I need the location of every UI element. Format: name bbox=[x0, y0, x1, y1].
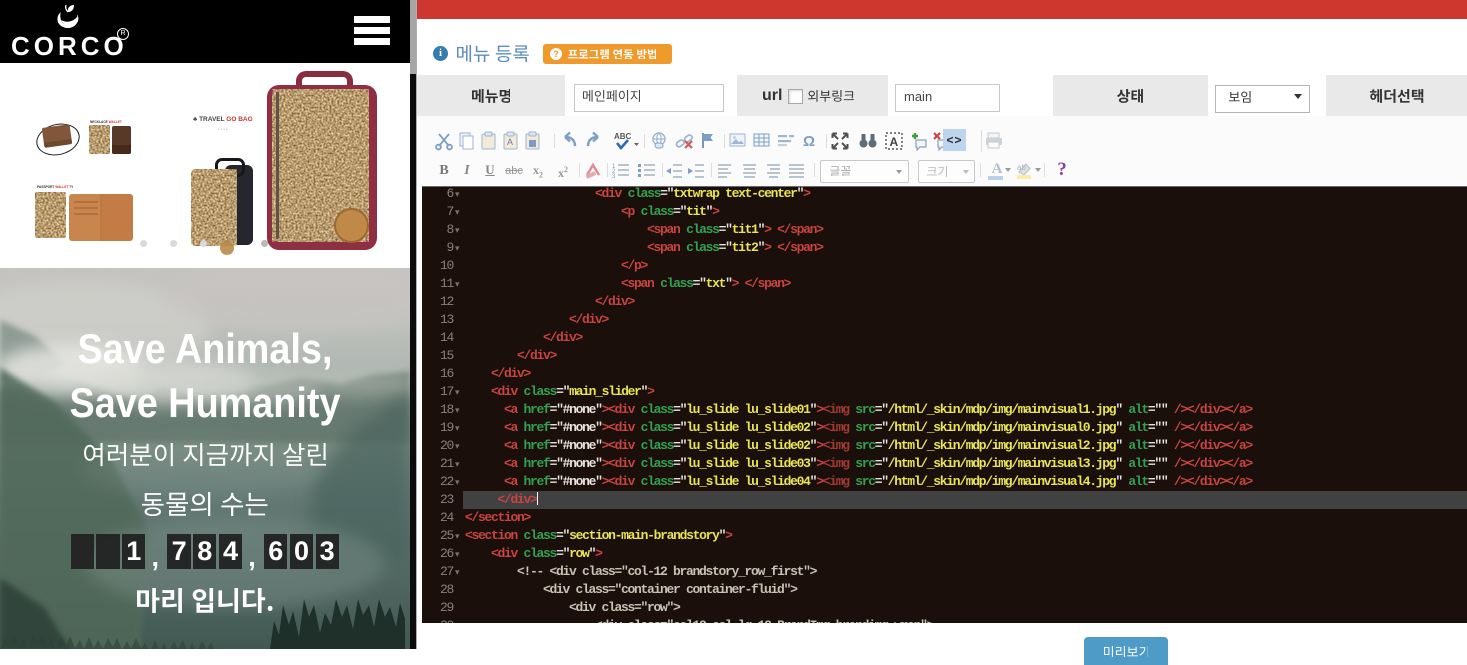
svg-text:ABC: ABC bbox=[614, 132, 632, 141]
svg-text:3: 3 bbox=[612, 174, 616, 180]
svg-text:ab: ab bbox=[1017, 163, 1026, 172]
svg-text:A: A bbox=[890, 135, 899, 149]
svg-text:A: A bbox=[507, 137, 513, 147]
svg-text:Ω: Ω bbox=[803, 133, 815, 150]
